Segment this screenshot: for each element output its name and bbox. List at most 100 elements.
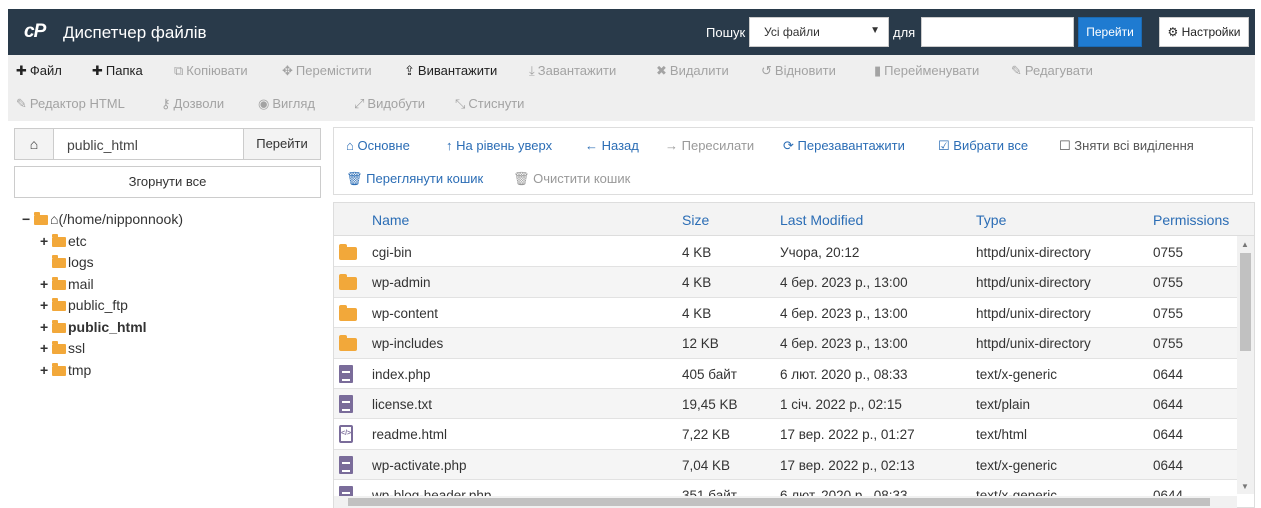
tree-item[interactable]: + tmp <box>40 362 91 378</box>
folder-icon <box>52 255 66 268</box>
cpanel-logo[interactable]: cP <box>24 21 46 43</box>
toolbar-delete-button[interactable]: ✖ Видалити <box>656 63 729 79</box>
table-row[interactable]: cgi-bin 4 KB Учора, 20:12 httpd/unix-direct… <box>334 237 1237 268</box>
cell-modified: 4 бер. 2023 р., 13:00 <box>780 305 908 321</box>
toolbar-download-button[interactable]: ⤓ Завантажити <box>529 63 616 79</box>
tree-item-label: etc <box>68 233 87 249</box>
toolbar: ✚ Файл ✚ Папка ⧉ Копіювати ✥ Перемістити ⇪ Вивант… <box>8 55 1255 121</box>
reload-link[interactable]: ⟳ Перезавантажити <box>783 138 905 154</box>
up-one-level-link[interactable]: ↑ На рівень уверх <box>446 138 552 153</box>
cell-modified: 6 лют. 2020 р., 08:33 <box>780 366 908 382</box>
expand-icon[interactable]: + <box>40 276 52 292</box>
deselect-all-link[interactable]: ☐ Зняти всі виділення <box>1059 138 1194 154</box>
cell-name: index.php <box>372 366 431 382</box>
view-trash-link[interactable]: 🗑 Переглянути кошик <box>346 171 483 187</box>
home-button[interactable]: ⌂ <box>15 129 54 159</box>
cell-size: 7,04 KB <box>682 457 731 473</box>
column-header-name[interactable]: Name <box>372 212 409 228</box>
expand-icon[interactable]: + <box>40 233 52 249</box>
eye-icon: ◉ <box>258 96 270 111</box>
search-input[interactable] <box>921 17 1074 47</box>
cell-size: 405 байт <box>682 366 737 382</box>
expand-icon[interactable]: + <box>40 319 52 335</box>
tree-item[interactable]: logs <box>40 254 94 270</box>
toolbar-upload-button[interactable]: ⇪ Вивантажити <box>404 63 497 79</box>
toolbar-compress-button[interactable]: ⤡ Стиснути <box>455 96 524 112</box>
extract-icon: ⤢ <box>354 96 365 111</box>
horizontal-scroll-thumb[interactable] <box>348 498 1210 506</box>
search-go-button[interactable]: Перейти <box>1078 17 1142 47</box>
tree-item-label: public_ftp <box>68 297 128 313</box>
back-link[interactable]: ← Назад <box>585 138 639 153</box>
collapse-icon[interactable]: − <box>22 211 34 227</box>
table-row[interactable]: wp-activate.php 7,04 KB 17 вер. 2022 р., 0… <box>334 449 1237 481</box>
toolbar-restore-button[interactable]: ↺ Відновити <box>761 63 836 79</box>
search-label: Пошук <box>706 25 746 40</box>
cell-name: wp-content <box>372 305 439 321</box>
toolbar-rename-button[interactable]: ▮ Перейменувати <box>874 63 979 79</box>
app-title: Диспетчер файлів <box>63 23 207 42</box>
expand-icon[interactable]: + <box>40 362 52 378</box>
path-input[interactable]: public_html <box>67 137 138 153</box>
cell-size: 12 KB <box>682 336 719 352</box>
toolbar-plus-button[interactable]: ✚ Папка <box>92 63 143 79</box>
expand-icon[interactable]: + <box>40 297 52 313</box>
forward-link[interactable]: → Пересилати <box>665 138 754 153</box>
refresh-icon: ⟳ <box>783 138 794 153</box>
key-icon: ⚷ <box>161 96 171 111</box>
tree-item-label: ssl <box>68 340 86 356</box>
file-icon <box>339 455 353 474</box>
table-row[interactable]: wp-admin 4 KB 4 бер. 2023 р., 13:00 httpd/u… <box>334 267 1237 298</box>
column-header-size[interactable]: Size <box>682 212 709 228</box>
cell-perms: 0755 <box>1153 245 1184 260</box>
select-all-link[interactable]: ☑ Вибрати все <box>938 138 1028 154</box>
table-row[interactable]: license.txt 19,45 KB 1 січ. 2022 р., 02:15… <box>334 389 1237 420</box>
toolbar-edit-button[interactable]: ✎ Редагувати <box>1011 63 1093 79</box>
tree-item[interactable]: + mail <box>40 276 94 292</box>
toolbar-extract-button[interactable]: ⤢ Видобути <box>354 96 425 112</box>
scroll-down-icon[interactable]: ▼ <box>1241 482 1249 491</box>
toolbar-move-button[interactable]: ✥ Перемістити <box>282 63 372 79</box>
tree-item-label: logs <box>68 254 94 270</box>
empty-trash-link[interactable]: 🗑 Очистити кошик <box>513 171 630 187</box>
table-row[interactable]: wp-content 4 KB 4 бер. 2023 р., 13:00 httpd… <box>334 298 1237 329</box>
column-header-permissions[interactable]: Permissions <box>1153 212 1229 228</box>
table-row[interactable]: wp-includes 12 KB 4 бер. 2023 р., 13:00 htt… <box>334 328 1237 359</box>
vertical-scroll-thumb[interactable] <box>1240 253 1251 351</box>
tree-item[interactable]: − ⌂(/home/nipponnook) <box>22 211 183 227</box>
column-header-type[interactable]: Type <box>976 212 1006 228</box>
toolbar-eye-button[interactable]: ◉ Вигляд <box>258 96 315 112</box>
toolbar-plus-button[interactable]: ✚ Файл <box>16 63 62 79</box>
expand-icon[interactable]: + <box>40 340 52 356</box>
cell-name: license.txt <box>372 397 433 412</box>
collapse-all-button[interactable]: Згорнути все <box>14 166 321 198</box>
cell-name: wp-includes <box>372 336 444 352</box>
tree-item[interactable]: + ssl <box>40 340 85 356</box>
delete-icon: ✖ <box>656 63 667 78</box>
arrow-left-icon: ← <box>585 138 598 153</box>
tree-item[interactable]: + public_html <box>40 319 147 335</box>
settings-button[interactable]: ⚙ Настройки <box>1159 17 1249 47</box>
cell-perms: 0644 <box>1153 366 1184 382</box>
checkbox-checked-icon: ☑ <box>938 138 950 153</box>
tree-item[interactable]: + public_ftp <box>40 297 128 313</box>
toolbar-copy-button[interactable]: ⧉ Копіювати <box>174 63 248 79</box>
table-row[interactable]: </> readme.html 7,22 KB 17 вер. 2022 р., 01… <box>334 419 1237 450</box>
search-scope-select[interactable]: Усі файли ▼ <box>749 17 889 47</box>
folder-icon <box>339 243 357 260</box>
horizontal-scrollbar[interactable] <box>334 496 1237 508</box>
table-row[interactable]: index.php 405 байт 6 лют. 2020 р., 08:33 te… <box>334 359 1237 389</box>
folder-icon <box>52 363 66 376</box>
toolbar-key-button[interactable]: ⚷ Дозволи <box>161 96 224 112</box>
column-header-last-modified[interactable]: Last Modified <box>780 212 863 228</box>
toolbar-html-editor-button[interactable]: ✎ Редактор HTML <box>16 96 125 112</box>
scroll-up-icon[interactable]: ▲ <box>1241 240 1249 249</box>
settings-label: Настройки <box>1181 25 1241 39</box>
tree-item[interactable]: + etc <box>40 233 87 249</box>
tree-item-label: mail <box>68 276 94 292</box>
home-link[interactable]: ⌂ Основне <box>346 138 410 153</box>
vertical-scrollbar[interactable]: ▲ ▼ <box>1237 236 1254 494</box>
folder-icon <box>52 320 66 333</box>
search-scope-value: Усі файли <box>764 25 820 39</box>
path-go-button[interactable]: Перейти <box>243 129 320 159</box>
